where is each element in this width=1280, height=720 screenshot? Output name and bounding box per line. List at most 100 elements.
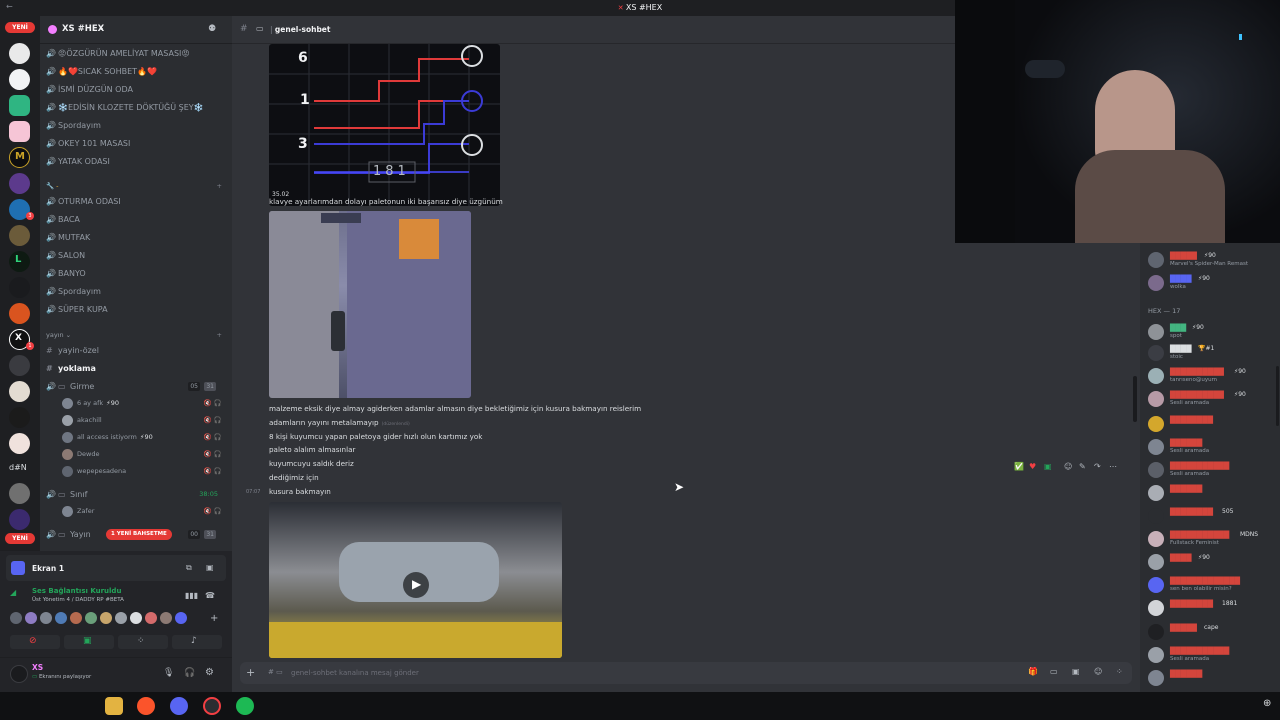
participant-avatar[interactable] (175, 612, 187, 624)
brave-browser-icon[interactable] (137, 697, 155, 715)
more-options-icon[interactable]: ⋯ (1109, 462, 1117, 471)
member-row[interactable]: ████████ 1881 (1146, 597, 1278, 619)
server-icon-bronze[interactable] (9, 225, 30, 246)
member-row[interactable]: ██████ Sesli aramada (1146, 436, 1278, 458)
activities-button[interactable]: ⁘ (118, 635, 168, 649)
channel-channels_mid-3[interactable]: 🔊 SALON (46, 247, 226, 264)
file-explorer-icon[interactable] (105, 697, 123, 715)
message-composer[interactable]: + # ▭ genel-sohbet kanalına mesaj gönder… (240, 662, 1132, 684)
stream-button[interactable]: ▣ (64, 635, 114, 649)
member-row[interactable]: ██████████ Sesli aramada ⚡90 (1146, 388, 1278, 410)
server-icon-l[interactable]: L (9, 251, 30, 272)
member-row[interactable]: ███ spot ⚡90 (1146, 321, 1278, 343)
gif-icon[interactable]: ▭ (1050, 667, 1058, 676)
member-row[interactable]: █████ Marvel's Spider-Man Remast ⚡90 (1146, 249, 1278, 271)
member-row[interactable]: ████████ 505 (1146, 505, 1278, 527)
system-tray-icon[interactable]: ⊕ (1263, 698, 1271, 709)
server-icon-phoenix[interactable] (9, 303, 30, 324)
add-friend-icon[interactable]: ⚉ (208, 24, 216, 34)
server-icon-gray[interactable] (9, 355, 30, 376)
settings-gear-icon[interactable]: ⚙ (205, 667, 214, 678)
category-tools[interactable]: 🔧 - + (46, 182, 226, 190)
participant-avatar[interactable] (100, 612, 112, 624)
participant-avatar[interactable] (115, 612, 127, 624)
voice-channel-girme[interactable]: 🔊 ▭ Girme 05 31 (46, 378, 226, 395)
participant-avatar[interactable] (145, 612, 157, 624)
voice-user[interactable]: wepepesadena 🔇 🎧 (62, 464, 222, 478)
game-screenshot-alley[interactable] (269, 211, 471, 398)
member-scrollbar[interactable] (1276, 366, 1279, 426)
microphone-icon[interactable]: 🎙 (163, 668, 174, 678)
new-mention-pill[interactable]: 1 YENİ BAHSETME (106, 529, 172, 540)
category-yayin[interactable]: yayın ⌄ + (46, 331, 226, 339)
participant-avatar[interactable] (25, 612, 37, 624)
channel-channels_mid-4[interactable]: 🔊 BANYO (46, 265, 226, 282)
spotify-icon[interactable] (236, 697, 254, 715)
connection-detail[interactable]: Üst Yönetim 4 / DADDY RP #BETA (32, 597, 124, 603)
edit-icon[interactable]: ✎ (1079, 462, 1086, 471)
voice-activity-icon[interactable]: ▮▮▮ (185, 591, 198, 600)
gift-icon[interactable]: 🎁 (1028, 667, 1038, 676)
user-name[interactable]: XS (32, 663, 43, 672)
emoji-icon[interactable]: ☺ (1094, 667, 1102, 676)
member-row[interactable]: ██████ (1146, 667, 1278, 689)
server-icon-m[interactable]: M (9, 147, 30, 168)
server-icon-car[interactable] (9, 43, 30, 64)
voice-user[interactable]: Dewde 🔇 🎧 (62, 447, 222, 461)
channel-channels_top-5[interactable]: 🔊 OKEY 101 MASASI (46, 135, 226, 152)
chat-scrollbar[interactable] (1133, 376, 1137, 422)
member-row[interactable]: ███████████ Sesli aramada (1146, 459, 1278, 481)
new-unread-pill[interactable]: YENİ (5, 22, 35, 33)
channel-channels_top-3[interactable]: 🔊 ❄️EDİSİN KLOZETE DÖKTÜĞÜ ŞEY❄️ (46, 99, 226, 116)
channel-channels_top-0[interactable]: 🔊 😡ÖZGÜRÜN AMELİYAT MASASI😡 (46, 45, 226, 62)
member-row[interactable]: ███████████ Fullstack Feminist MDNS (1146, 528, 1278, 550)
reply-icon[interactable]: ↷ (1094, 462, 1101, 471)
composer-placeholder[interactable]: genel-sohbet kanalına mesaj gönder (291, 669, 419, 677)
server-icon-face[interactable] (9, 381, 30, 402)
member-row[interactable]: ████ ⚡90 (1146, 551, 1278, 573)
soundboard-button[interactable]: ♪ (172, 635, 222, 649)
headphones-icon[interactable]: 🎧 (184, 668, 195, 678)
member-row[interactable]: ███████████ Sesli aramada (1146, 644, 1278, 666)
participant-avatar[interactable] (40, 612, 52, 624)
voice-channel-yayin[interactable]: 🔊 ▭ Yayın 1 YENİ BAHSETME 00 31 (46, 526, 226, 543)
play-button[interactable]: ▶ (403, 572, 429, 598)
game-screenshot-puzzle[interactable]: 6 1 3 181 35.02 (269, 44, 500, 206)
channel-channels_yayin-0[interactable]: # yayin-özel (46, 342, 226, 359)
apps-icon[interactable]: ⁘ (1116, 667, 1123, 676)
channel-channels_mid-0[interactable]: 🔊 OTURMA ODASI (46, 193, 226, 210)
member-row[interactable]: ████ stoic 🏆#1 (1146, 342, 1278, 364)
check-reaction-icon[interactable]: ✅ (1014, 462, 1024, 471)
add-activity-icon[interactable]: + (210, 613, 218, 624)
heart-reaction-icon[interactable]: ♥ (1029, 462, 1036, 471)
server-icon-portrait[interactable] (9, 69, 30, 90)
connection-status[interactable]: Ses Bağlantısı Kuruldu (32, 587, 121, 595)
disconnect-icon[interactable]: ☎ (205, 591, 215, 600)
participant-avatar[interactable] (85, 612, 97, 624)
participant-avatar[interactable] (10, 612, 22, 624)
server-header[interactable]: XS #HEX ⌄ ⚉ (40, 16, 232, 44)
obs-icon[interactable] (203, 697, 221, 715)
server-icon-pink[interactable] (9, 121, 30, 142)
stop-stream-icon[interactable]: ▣ (206, 563, 214, 572)
server-icon-art[interactable] (9, 433, 30, 454)
member-row[interactable]: ████████ (1146, 413, 1278, 435)
voice-user[interactable]: akachill 🔇 🎧 (62, 413, 222, 427)
channel-channels_top-4[interactable]: 🔊 Spordayım (46, 117, 226, 134)
member-row[interactable]: █████ cape (1146, 621, 1278, 643)
member-row[interactable]: █████████████ sen ben olabilir misin? (1146, 574, 1278, 596)
video-embed[interactable]: ▶ (269, 502, 562, 658)
participant-avatar[interactable] (130, 612, 142, 624)
add-attachment-icon[interactable]: + (246, 666, 255, 679)
server-icon-dark[interactable] (9, 277, 30, 298)
participant-avatar[interactable] (55, 612, 67, 624)
sticker-icon[interactable]: ▣ (1072, 667, 1080, 676)
participant-avatar[interactable] (160, 612, 172, 624)
screen-share-card[interactable]: Ekran 1 ⧉ ▣ (6, 555, 226, 581)
member-row[interactable]: ████ wolka ⚡90 (1146, 272, 1278, 294)
member-row[interactable]: ██████ (1146, 482, 1278, 504)
channel-channels_mid-2[interactable]: 🔊 MUTFAK (46, 229, 226, 246)
voice-user[interactable]: Zafer 🔇 🎧 (62, 504, 222, 518)
flag-reaction-icon[interactable]: ▣ (1044, 462, 1052, 471)
server-icon-galaxy[interactable] (9, 509, 30, 530)
